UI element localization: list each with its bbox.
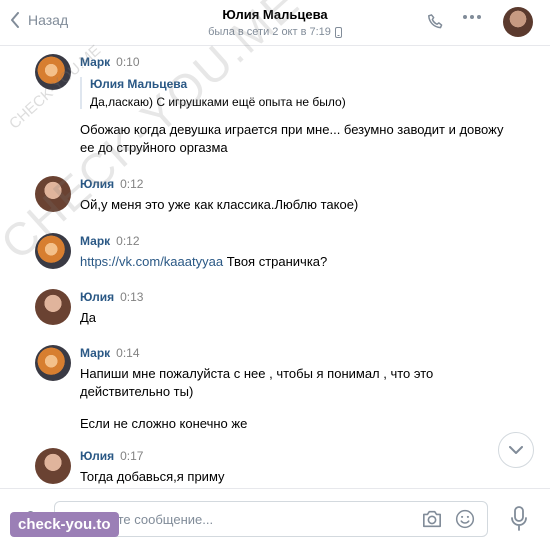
message-history[interactable]: Марк 0:10 Юлия Мальцева Да,ласкаю) С игру… (0, 46, 550, 486)
phone-icon[interactable] (426, 12, 446, 32)
message-time: 0:13 (120, 290, 144, 304)
more-icon[interactable] (462, 14, 482, 20)
chevron-down-icon (509, 446, 523, 454)
author-name[interactable]: Марк (80, 55, 110, 69)
message-meta: Марк 0:14 (80, 345, 520, 361)
message-body: Юлия 0:12 Ой,у меня это уже как классика.… (80, 176, 520, 214)
chevron-left-icon (11, 12, 19, 28)
phone-device-icon (334, 26, 342, 38)
message-text: Если не сложно конечно же (80, 416, 248, 431)
message-meta: Марк 0:10 (80, 54, 520, 70)
back-button[interactable]: Назад (10, 12, 68, 28)
message-text: Напиши мне пожалуйста с нее , чтобы я по… (80, 366, 434, 399)
chat-header: Назад Юлия Мальцева была в сети 2 окт в … (0, 0, 550, 46)
message-text: Тогда добавься,я приму (80, 469, 225, 484)
profile-link[interactable]: https://vk.com/kaaatyyaa (80, 254, 223, 269)
message-time: 0:10 (116, 55, 140, 69)
author-name[interactable]: Марк (80, 234, 110, 248)
message-body: Юлия 0:17 Тогда добавься,я приму (80, 448, 520, 486)
message-meta: Юлия 0:12 (80, 176, 520, 192)
contact-avatar[interactable] (503, 7, 533, 37)
message-time: 0:14 (116, 346, 140, 360)
message-time: 0:17 (120, 449, 144, 463)
message-body: Марк 0:10 Юлия Мальцева Да,ласкаю) С игру… (80, 54, 520, 157)
message-text: Ой,у меня это уже как классика.Люблю так… (80, 197, 359, 212)
message-text: Да (80, 310, 97, 325)
back-label: Назад (28, 12, 69, 28)
message-body: Юлия 0:13 Да (80, 289, 520, 327)
message-time: 0:12 (120, 177, 144, 191)
message-time: 0:12 (116, 234, 140, 248)
message-meta: Марк 0:12 (80, 233, 520, 249)
message-text: Обожаю когда девушка играется при мне...… (80, 122, 504, 155)
watermark-badge: check-you.to (10, 512, 119, 537)
scroll-down-button[interactable] (498, 432, 534, 468)
avatar[interactable] (35, 448, 71, 484)
avatar[interactable] (35, 54, 71, 90)
avatar[interactable] (35, 176, 71, 212)
microphone-icon[interactable] (510, 506, 528, 532)
message-text-suffix: Твоя страничка? (223, 254, 328, 269)
quoted-reply[interactable]: Юлия Мальцева Да,ласкаю) С игрушками ещё… (80, 77, 520, 109)
reply-author: Юлия Мальцева (90, 77, 188, 91)
chat-title-block: Юлия Мальцева была в сети 2 окт в 7:19 (0, 7, 550, 40)
author-name[interactable]: Юлия (80, 290, 114, 304)
avatar[interactable] (35, 345, 71, 381)
message-input-box (54, 501, 488, 537)
message-text: https://vk.com/kaaatyyaa Твоя страничка? (80, 253, 520, 271)
message-body: Марк 0:14 Напиши мне пожалуйста с нее , ч… (80, 345, 520, 433)
author-name[interactable]: Юлия (80, 177, 114, 191)
avatar[interactable] (35, 233, 71, 269)
message-body: Марк 0:12 https://vk.com/kaaatyyaa Твоя с… (80, 233, 520, 271)
avatar[interactable] (35, 289, 71, 325)
author-name[interactable]: Юлия (80, 449, 114, 463)
smile-icon[interactable] (455, 509, 475, 529)
message-meta: Юлия 0:13 (80, 289, 520, 305)
last-seen-text: была в сети 2 окт в 7:19 (208, 26, 331, 38)
message-meta: Юлия 0:17 (80, 448, 520, 464)
author-name[interactable]: Марк (80, 346, 110, 360)
camera-icon[interactable] (421, 509, 443, 529)
online-status: была в сети 2 окт в 7:19 (208, 26, 342, 38)
reply-text: Да,ласкаю) С игрушками ещё опыта не было… (90, 95, 346, 109)
